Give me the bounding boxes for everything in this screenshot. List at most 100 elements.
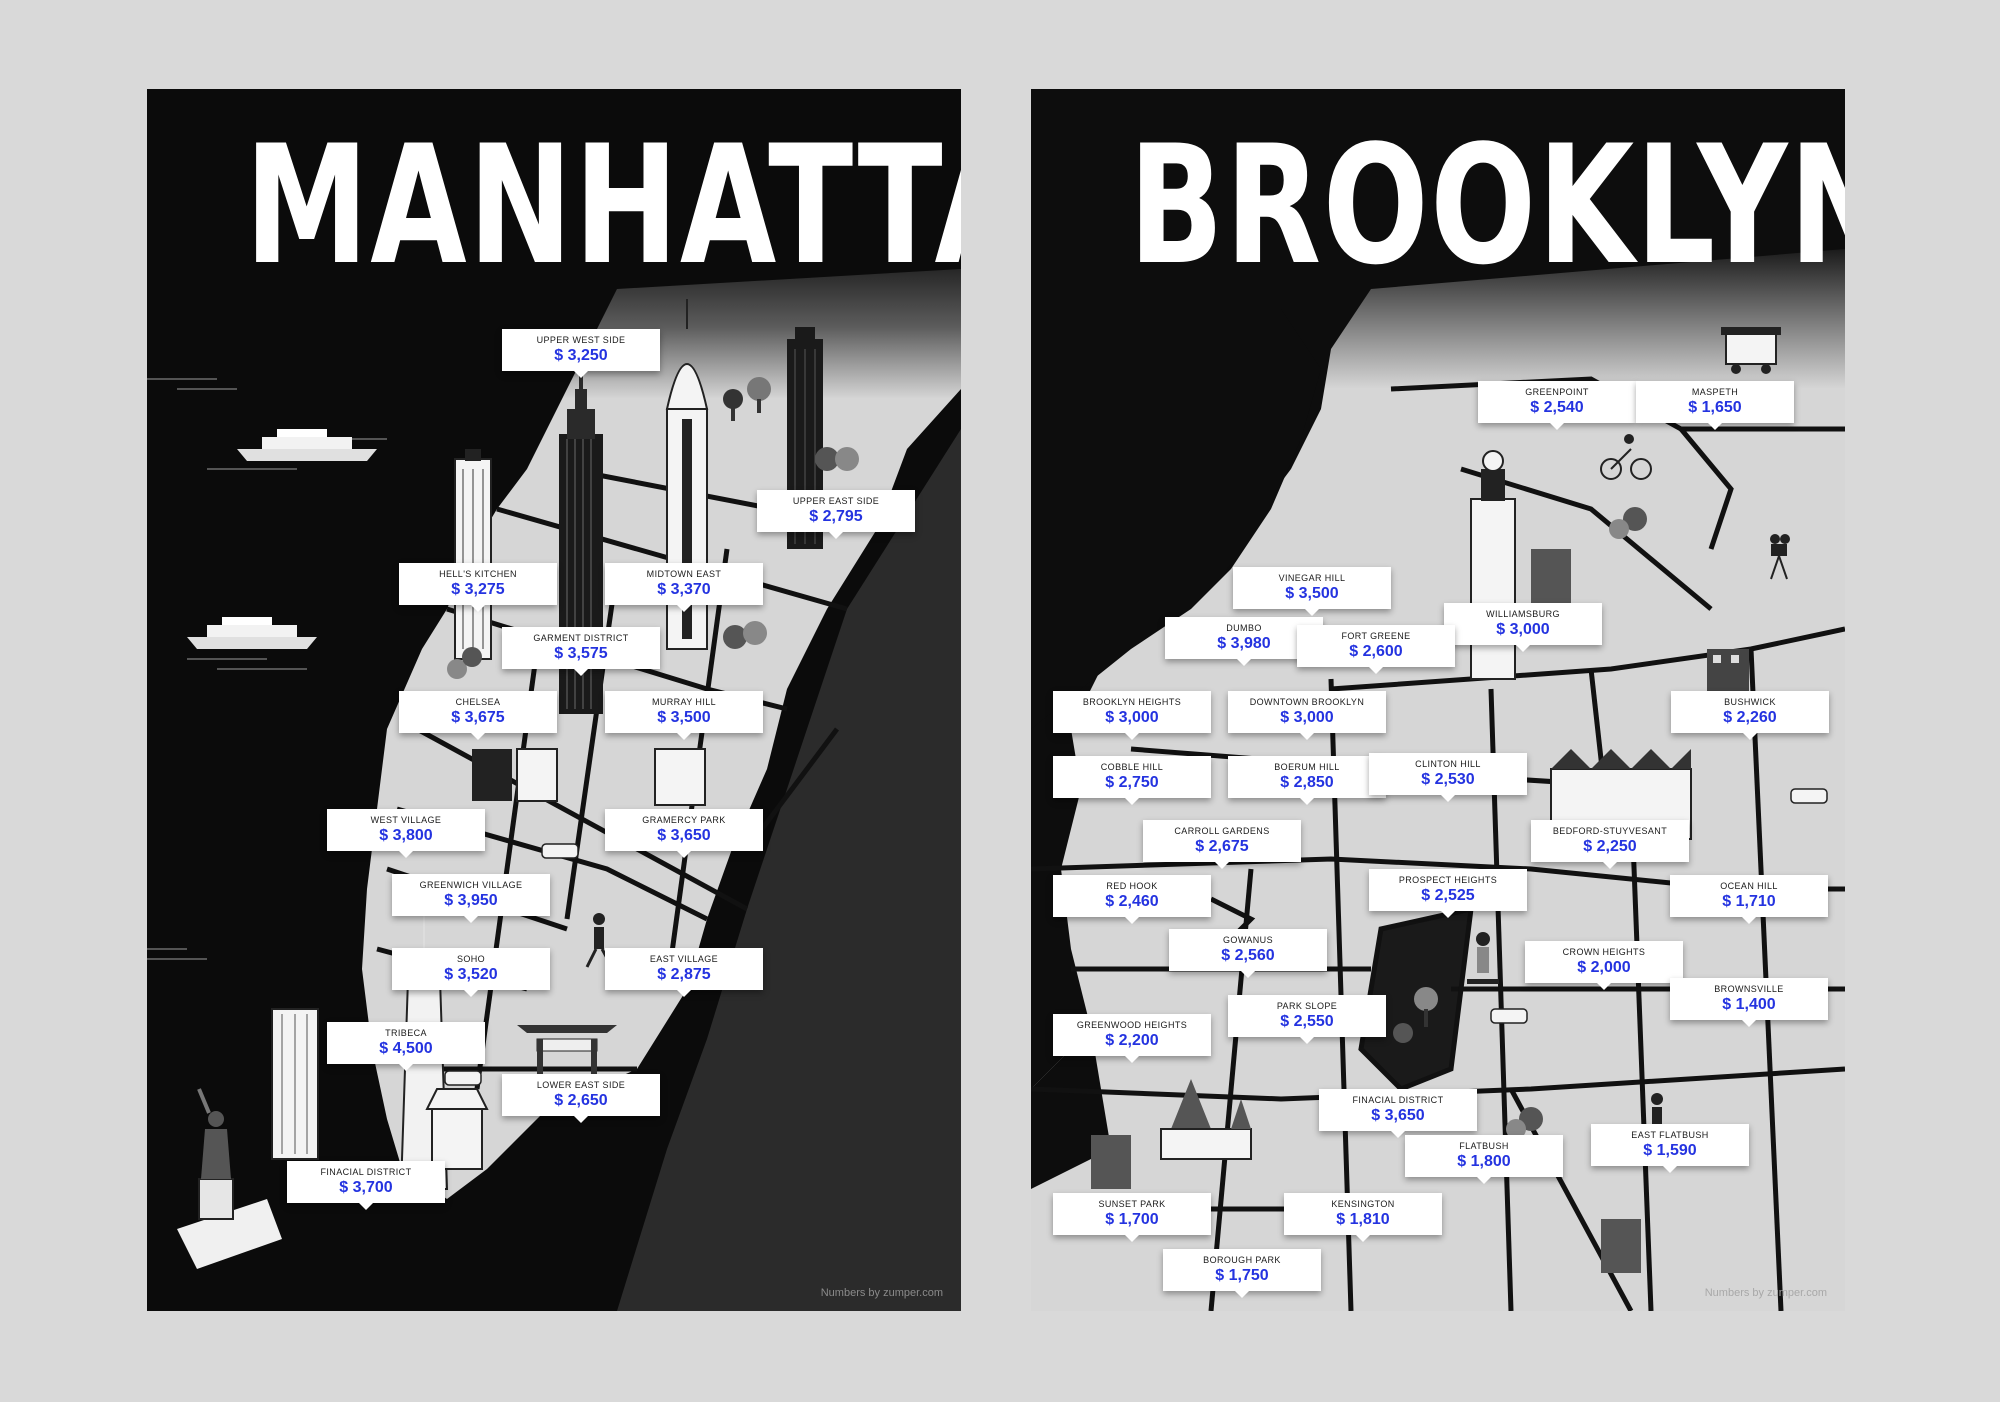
rent-price: $ 2,650 (554, 1092, 608, 1109)
rent-price: $ 4,500 (379, 1040, 433, 1057)
rent-price: $ 2,525 (1421, 887, 1475, 904)
neighborhood-name: CARROLL GARDENS (1174, 826, 1270, 836)
rent-price: $ 3,275 (451, 581, 505, 598)
brooklyn-poster: BROOKLYN GREENPOINT $ 2,540 MASPETH $ 1,… (1031, 89, 1845, 1311)
neighborhood-label-greenpoint: GREENPOINT $ 2,540 (1478, 381, 1636, 430)
rent-price: $ 2,460 (1105, 893, 1159, 910)
rent-price: $ 2,260 (1723, 709, 1777, 726)
neighborhood-label-finacial-district: FINACIAL DISTRICT $ 3,700 (287, 1161, 445, 1210)
neighborhood-label-bedford-stuyvesant: BEDFORD-STUYVESANT $ 2,250 (1531, 820, 1689, 869)
neighborhood-name: RED HOOK (1106, 881, 1158, 891)
neighborhood-label-clinton-hill: CLINTON HILL $ 2,530 (1369, 753, 1527, 802)
rent-price: $ 3,520 (444, 966, 498, 983)
neighborhood-name: SOHO (456, 954, 486, 964)
neighborhood-name: KENSINGTON (1331, 1199, 1395, 1209)
rent-price: $ 2,795 (809, 508, 863, 525)
rent-price: $ 3,650 (1371, 1107, 1425, 1124)
rent-price: $ 2,250 (1583, 838, 1637, 855)
neighborhood-label-bushwick: BUSHWICK $ 2,260 (1671, 691, 1829, 740)
neighborhood-name: GRAMERCY PARK (642, 815, 726, 825)
neighborhood-name: PARK SLOPE (1276, 1001, 1338, 1011)
neighborhood-label-carroll-gardens: CARROLL GARDENS $ 2,675 (1143, 820, 1301, 869)
taxi-icon (541, 843, 579, 859)
neighborhood-name: GREENWICH VILLAGE (419, 880, 523, 890)
neighborhood-name: HELL'S KITCHEN (439, 569, 517, 579)
rent-price: $ 3,000 (1105, 709, 1159, 726)
skyscraper-icon (454, 449, 492, 660)
neighborhood-name: GREENWOOD HEIGHTS (1076, 1020, 1188, 1030)
neighborhood-label-gowanus: GOWANUS $ 2,560 (1169, 929, 1327, 978)
statue-of-liberty-icon (177, 1088, 282, 1269)
neighborhood-name: OCEAN HILL (1720, 881, 1778, 891)
neighborhood-label-vinegar-hill: VINEGAR HILL $ 3,500 (1233, 567, 1391, 616)
neighborhood-label-fort-greene: FORT GREENE $ 2,600 (1297, 625, 1455, 674)
neighborhood-label-kensington: KENSINGTON $ 1,810 (1284, 1193, 1442, 1242)
rent-price: $ 2,530 (1421, 771, 1475, 788)
car-icon (1790, 788, 1828, 804)
brownstone-icon (1091, 1135, 1131, 1189)
rent-price: $ 1,400 (1722, 996, 1776, 1013)
rent-price: $ 2,540 (1530, 399, 1584, 416)
manhattan-poster: MANHATTAN UPPER WEST SIDE $ 3,250 UPPER … (147, 89, 961, 1311)
rent-price: $ 2,675 (1195, 838, 1249, 855)
neighborhood-name: BUSHWICK (1724, 697, 1776, 707)
neighborhood-name: FINACIAL DISTRICT (1352, 1095, 1444, 1105)
rent-price: $ 1,590 (1643, 1142, 1697, 1159)
neighborhood-name: EAST VILLAGE (649, 954, 719, 964)
neighborhood-name: WILLIAMSBURG (1486, 609, 1560, 619)
neighborhood-name: GARMENT DISTRICT (533, 633, 629, 643)
neighborhood-label-finacial-district: FINACIAL DISTRICT $ 3,650 (1319, 1089, 1477, 1138)
rent-price: $ 3,950 (444, 892, 498, 909)
neighborhood-name: TRIBECA (385, 1028, 427, 1038)
neighborhood-label-sunset-park: SUNSET PARK $ 1,700 (1053, 1193, 1211, 1242)
neighborhood-label-west-village: WEST VILLAGE $ 3,800 (327, 809, 485, 858)
neighborhood-name: SUNSET PARK (1098, 1199, 1166, 1209)
rent-price: $ 3,500 (657, 709, 711, 726)
neighborhood-label-borough-park: BOROUGH PARK $ 1,750 (1163, 1249, 1321, 1298)
rent-price: $ 1,700 (1105, 1211, 1159, 1228)
rent-price: $ 1,750 (1215, 1267, 1269, 1284)
neighborhood-name: MIDTOWN EAST (646, 569, 722, 579)
neighborhood-label-lower-east-side: LOWER EAST SIDE $ 2,650 (502, 1074, 660, 1123)
neighborhood-label-flatbush: FLATBUSH $ 1,800 (1405, 1135, 1563, 1184)
neighborhood-label-tribeca: TRIBECA $ 4,500 (327, 1022, 485, 1071)
neighborhood-label-williamsburg: WILLIAMSBURG $ 3,000 (1444, 603, 1602, 652)
rent-price: $ 3,000 (1280, 709, 1334, 726)
ferry-icon (237, 429, 377, 461)
data-credit: Numbers by zumper.com (820, 1287, 943, 1299)
neighborhood-label-cobble-hill: COBBLE HILL $ 2,750 (1053, 756, 1211, 805)
neighborhood-name: GOWANUS (1223, 935, 1273, 945)
neighborhood-name: BEDFORD-STUYVESANT (1552, 826, 1668, 836)
rent-price: $ 2,850 (1280, 774, 1334, 791)
rent-price: $ 3,500 (1285, 585, 1339, 602)
neighborhood-label-east-village: EAST VILLAGE $ 2,875 (605, 948, 763, 997)
neighborhood-name: COBBLE HILL (1100, 762, 1164, 772)
rent-price: $ 3,650 (657, 827, 711, 844)
car-icon (1490, 1008, 1528, 1024)
neighborhood-label-garment-district: GARMENT DISTRICT $ 3,575 (502, 627, 660, 676)
brownstone-icon (1601, 1219, 1641, 1273)
rent-price: $ 2,000 (1577, 959, 1631, 976)
taxi-icon (444, 1070, 482, 1086)
neighborhood-label-prospect-heights: PROSPECT HEIGHTS $ 2,525 (1369, 869, 1527, 918)
neighborhood-label-downtown-brooklyn: DOWNTOWN BROOKLYN $ 3,000 (1228, 691, 1386, 740)
rent-price: $ 2,750 (1105, 774, 1159, 791)
neighborhood-label-brooklyn-heights: BROOKLYN HEIGHTS $ 3,000 (1053, 691, 1211, 740)
neighborhood-name: BOROUGH PARK (1203, 1255, 1281, 1265)
data-credit: Numbers by zumper.com (1704, 1287, 1827, 1299)
neighborhood-name: DOWNTOWN BROOKLYN (1249, 697, 1365, 707)
neighborhood-name: MASPETH (1691, 387, 1739, 397)
neighborhood-name: GREENPOINT (1525, 387, 1589, 397)
brooklyn-title: BROOKLYN (1128, 110, 1845, 301)
rent-price: $ 3,250 (554, 347, 608, 364)
neighborhood-name: CROWN HEIGHTS (1562, 947, 1646, 957)
rent-price: $ 3,000 (1496, 621, 1550, 638)
neighborhood-name: BOERUM HILL (1274, 762, 1340, 772)
neighborhood-name: PROSPECT HEIGHTS (1398, 875, 1498, 885)
rent-price: $ 1,810 (1336, 1211, 1390, 1228)
neighborhood-label-chelsea: CHELSEA $ 3,675 (399, 691, 557, 740)
neighborhood-label-greenwich-village: GREENWICH VILLAGE $ 3,950 (392, 874, 550, 923)
rent-price: $ 2,875 (657, 966, 711, 983)
neighborhood-label-red-hook: RED HOOK $ 2,460 (1053, 875, 1211, 924)
neighborhood-label-ocean-hill: OCEAN HILL $ 1,710 (1670, 875, 1828, 924)
